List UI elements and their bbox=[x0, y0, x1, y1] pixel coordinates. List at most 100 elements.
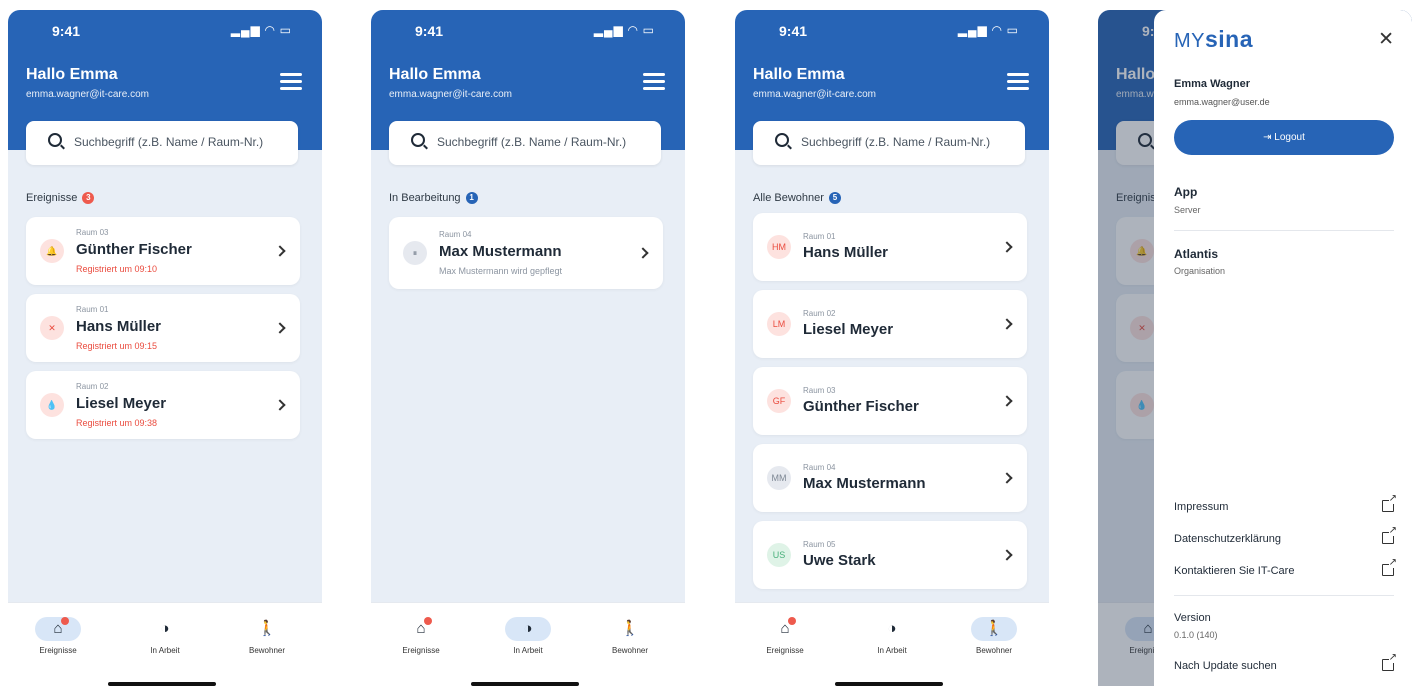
search-icon bbox=[411, 133, 425, 147]
search-input[interactable]: Suchbegriff (z.B. Name / Raum-Nr.) bbox=[753, 121, 1025, 165]
search-icon bbox=[775, 133, 789, 147]
phone-screen-in-progress: 9:41 ▂▄▆ ◠ ▭ Hallo Emma emma.wagner@it-c… bbox=[371, 10, 685, 686]
resident-card[interactable]: MM Raum 04 Max Mustermann bbox=[753, 444, 1027, 512]
tab-events[interactable]: ⌂ Ereignisse bbox=[745, 617, 825, 655]
tab-label: Bewohner bbox=[611, 646, 649, 655]
half-circle-icon: ◑ bbox=[505, 617, 551, 641]
house-alert-icon: ⌂ bbox=[35, 617, 81, 641]
tab-events[interactable]: ⌂ Ereignisse bbox=[381, 617, 461, 655]
room-label: Raum 05 bbox=[803, 540, 836, 549]
resident-name: Liesel Meyer bbox=[76, 395, 167, 412]
app-title: App bbox=[1174, 185, 1198, 199]
search-icon bbox=[48, 133, 62, 147]
resident-name: Max Mustermann bbox=[803, 475, 926, 492]
search-placeholder: Suchbegriff (z.B. Name / Raum-Nr.) bbox=[437, 135, 627, 149]
status-bar: 9:41 ▂▄▆ ◠ ▭ bbox=[769, 22, 1019, 40]
tab-residents[interactable]: 🚶 Bewohner bbox=[590, 617, 670, 655]
chevron-right-icon bbox=[274, 322, 286, 334]
logout-label: Logout bbox=[1274, 132, 1305, 143]
chevron-right-icon bbox=[637, 247, 649, 259]
avatar: MM bbox=[767, 466, 791, 490]
external-link-icon[interactable] bbox=[1382, 558, 1397, 576]
tab-bar: ⌂ Ereignisse ◑ In Arbeit 🚶 Bewohner bbox=[371, 602, 685, 686]
event-card[interactable]: 💧 Raum 02 Liesel Meyer Registriert um 09… bbox=[26, 371, 300, 439]
room-label: Raum 04 bbox=[439, 230, 472, 239]
count-badge: 1 bbox=[465, 192, 478, 204]
chevron-right-icon bbox=[1001, 395, 1013, 407]
resident-name: Günther Fischer bbox=[803, 398, 919, 415]
logout-icon: ⇥ bbox=[1263, 132, 1275, 143]
logo-bold: sina bbox=[1205, 26, 1254, 52]
room-label: Raum 02 bbox=[76, 382, 109, 391]
tab-in-progress[interactable]: ◑ In Arbeit bbox=[488, 617, 568, 655]
event-time: Registriert um 09:15 bbox=[76, 341, 158, 351]
organisation-label: Organisation bbox=[1174, 266, 1226, 276]
resident-card[interactable]: HM Raum 01 Hans Müller bbox=[753, 213, 1027, 281]
event-card[interactable]: 🔔 Raum 03 Günther Fischer Registriert um… bbox=[26, 217, 300, 285]
chevron-right-icon bbox=[274, 399, 286, 411]
resident-name: Max Mustermann bbox=[439, 243, 562, 260]
search-input[interactable]: Suchbegriff (z.B. Name / Raum-Nr.) bbox=[389, 121, 661, 165]
external-link-icon[interactable] bbox=[1382, 653, 1397, 671]
tab-in-progress[interactable]: ◑ In Arbeit bbox=[125, 617, 205, 655]
status-icons: ▂▄▆ ◠ ▭ bbox=[593, 23, 655, 37]
walking-person-icon: 🚶 bbox=[257, 620, 277, 637]
greeting: Hallo Emma bbox=[753, 66, 845, 83]
user-email: emma.wagner@it-care.com bbox=[753, 89, 876, 100]
resident-name: Liesel Meyer bbox=[803, 321, 894, 338]
tab-residents[interactable]: 🚶 Bewohner bbox=[954, 617, 1034, 655]
tab-in-progress[interactable]: ◑ In Arbeit bbox=[852, 617, 932, 655]
in-progress-card[interactable]: ⏸ Raum 04 Max Mustermann Max Mustermann … bbox=[389, 217, 663, 289]
tab-label: Ereignisse bbox=[39, 646, 77, 655]
home-indicator bbox=[471, 682, 579, 686]
search-input[interactable]: Suchbegriff (z.B. Name / Raum-Nr.) bbox=[26, 121, 298, 165]
tab-bar: ⌂ Ereignisse ◑ In Arbeit 🚶 Bewohner bbox=[8, 602, 322, 686]
external-link-icon[interactable] bbox=[1382, 494, 1397, 512]
contact-link[interactable]: Kontaktieren Sie IT-Care bbox=[1174, 565, 1294, 577]
divider bbox=[1174, 595, 1394, 596]
check-update-link[interactable]: Nach Update suchen bbox=[1174, 660, 1277, 672]
resident-card[interactable]: LM Raum 02 Liesel Meyer bbox=[753, 290, 1027, 358]
room-label: Raum 04 bbox=[803, 463, 836, 472]
close-icon[interactable]: ✕ bbox=[1378, 28, 1394, 51]
status-time: 9:41 bbox=[415, 23, 444, 39]
half-circle-icon: ◑ bbox=[160, 620, 170, 637]
drawer-user-name: Emma Wagner bbox=[1174, 78, 1251, 90]
half-circle-icon: ◑ bbox=[887, 620, 897, 637]
chevron-right-icon bbox=[1001, 241, 1013, 253]
status-icons: ▂▄▆ ◠ ▭ bbox=[957, 23, 1019, 37]
chevron-right-icon bbox=[1001, 318, 1013, 330]
resident-name: Uwe Stark bbox=[803, 552, 876, 569]
chevron-right-icon bbox=[1001, 549, 1013, 561]
privacy-link[interactable]: Datenschutzerklärung bbox=[1174, 533, 1281, 545]
logout-button[interactable]: ⇥ Logout bbox=[1174, 120, 1394, 155]
tab-label: Bewohner bbox=[975, 646, 1013, 655]
resident-name: Hans Müller bbox=[803, 244, 889, 261]
user-email: emma.wagner@it-care.com bbox=[26, 89, 149, 100]
search-placeholder: Suchbegriff (z.B. Name / Raum-Nr.) bbox=[801, 135, 991, 149]
section-title-label: In Bearbeitung bbox=[389, 192, 461, 204]
section-title-label: Ereignisse bbox=[26, 192, 78, 204]
user-email: emma.wagner@it-care.com bbox=[389, 89, 512, 100]
resident-card[interactable]: US Raum 05 Uwe Stark bbox=[753, 521, 1027, 589]
tab-events[interactable]: ⌂ Ereignisse bbox=[18, 617, 98, 655]
room-label: Raum 03 bbox=[76, 228, 109, 237]
tab-label: In Arbeit bbox=[513, 646, 543, 655]
logo-prefix: MY bbox=[1174, 30, 1205, 52]
hamburger-menu-icon[interactable] bbox=[280, 73, 302, 91]
external-link-icon[interactable] bbox=[1382, 526, 1397, 544]
impressum-link[interactable]: Impressum bbox=[1174, 501, 1228, 513]
room-label: Raum 02 bbox=[803, 309, 836, 318]
home-indicator bbox=[835, 682, 943, 686]
status-icons: ▂▄▆ ◠ ▭ bbox=[230, 23, 292, 37]
hamburger-menu-icon[interactable] bbox=[1007, 73, 1029, 91]
resident-card[interactable]: GF Raum 03 Günther Fischer bbox=[753, 367, 1027, 435]
tab-residents[interactable]: 🚶 Bewohner bbox=[227, 617, 307, 655]
status-text: Max Mustermann wird gepflegt bbox=[439, 266, 563, 276]
version-value: 0.1.0 (140) bbox=[1174, 630, 1218, 640]
tab-label: Bewohner bbox=[248, 646, 286, 655]
event-card[interactable]: ✕ Raum 01 Hans Müller Registriert um 09:… bbox=[26, 294, 300, 362]
phone-screen-residents: 9:41 ▂▄▆ ◠ ▭ Hallo Emma emma.wagner@it-c… bbox=[735, 10, 1049, 686]
hamburger-menu-icon[interactable] bbox=[643, 73, 665, 91]
section-title: Ereignisse 3 bbox=[26, 192, 95, 204]
